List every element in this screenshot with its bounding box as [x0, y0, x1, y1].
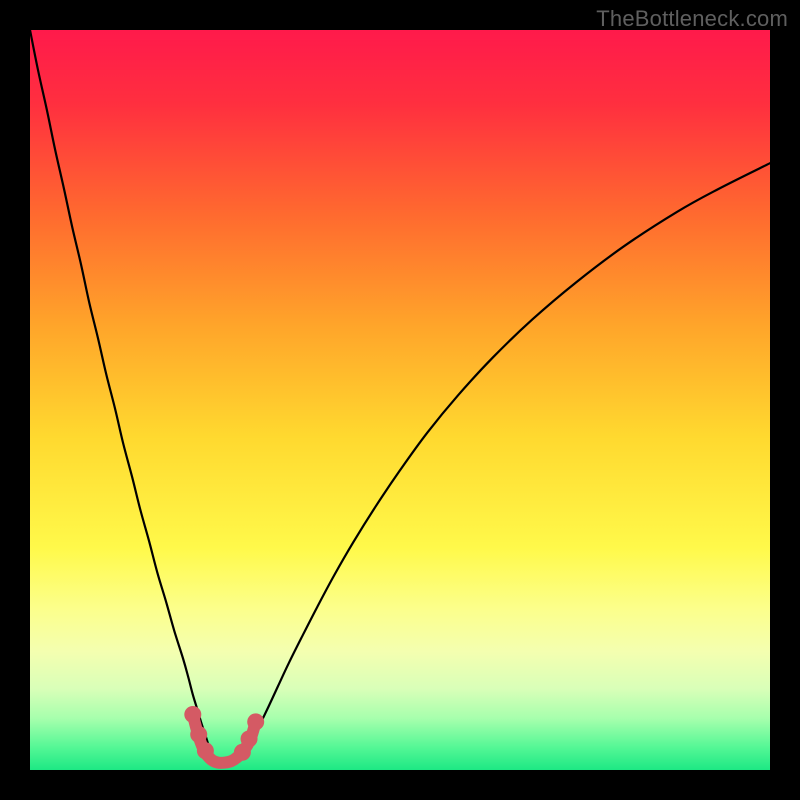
gradient-background [30, 30, 770, 770]
valley-marker [247, 713, 264, 730]
watermark-text: TheBottleneck.com [596, 6, 788, 32]
valley-marker [184, 706, 201, 723]
chart-area [30, 30, 770, 770]
valley-marker [190, 726, 207, 743]
chart-svg [30, 30, 770, 770]
valley-marker [241, 730, 258, 747]
valley-marker [197, 742, 214, 759]
